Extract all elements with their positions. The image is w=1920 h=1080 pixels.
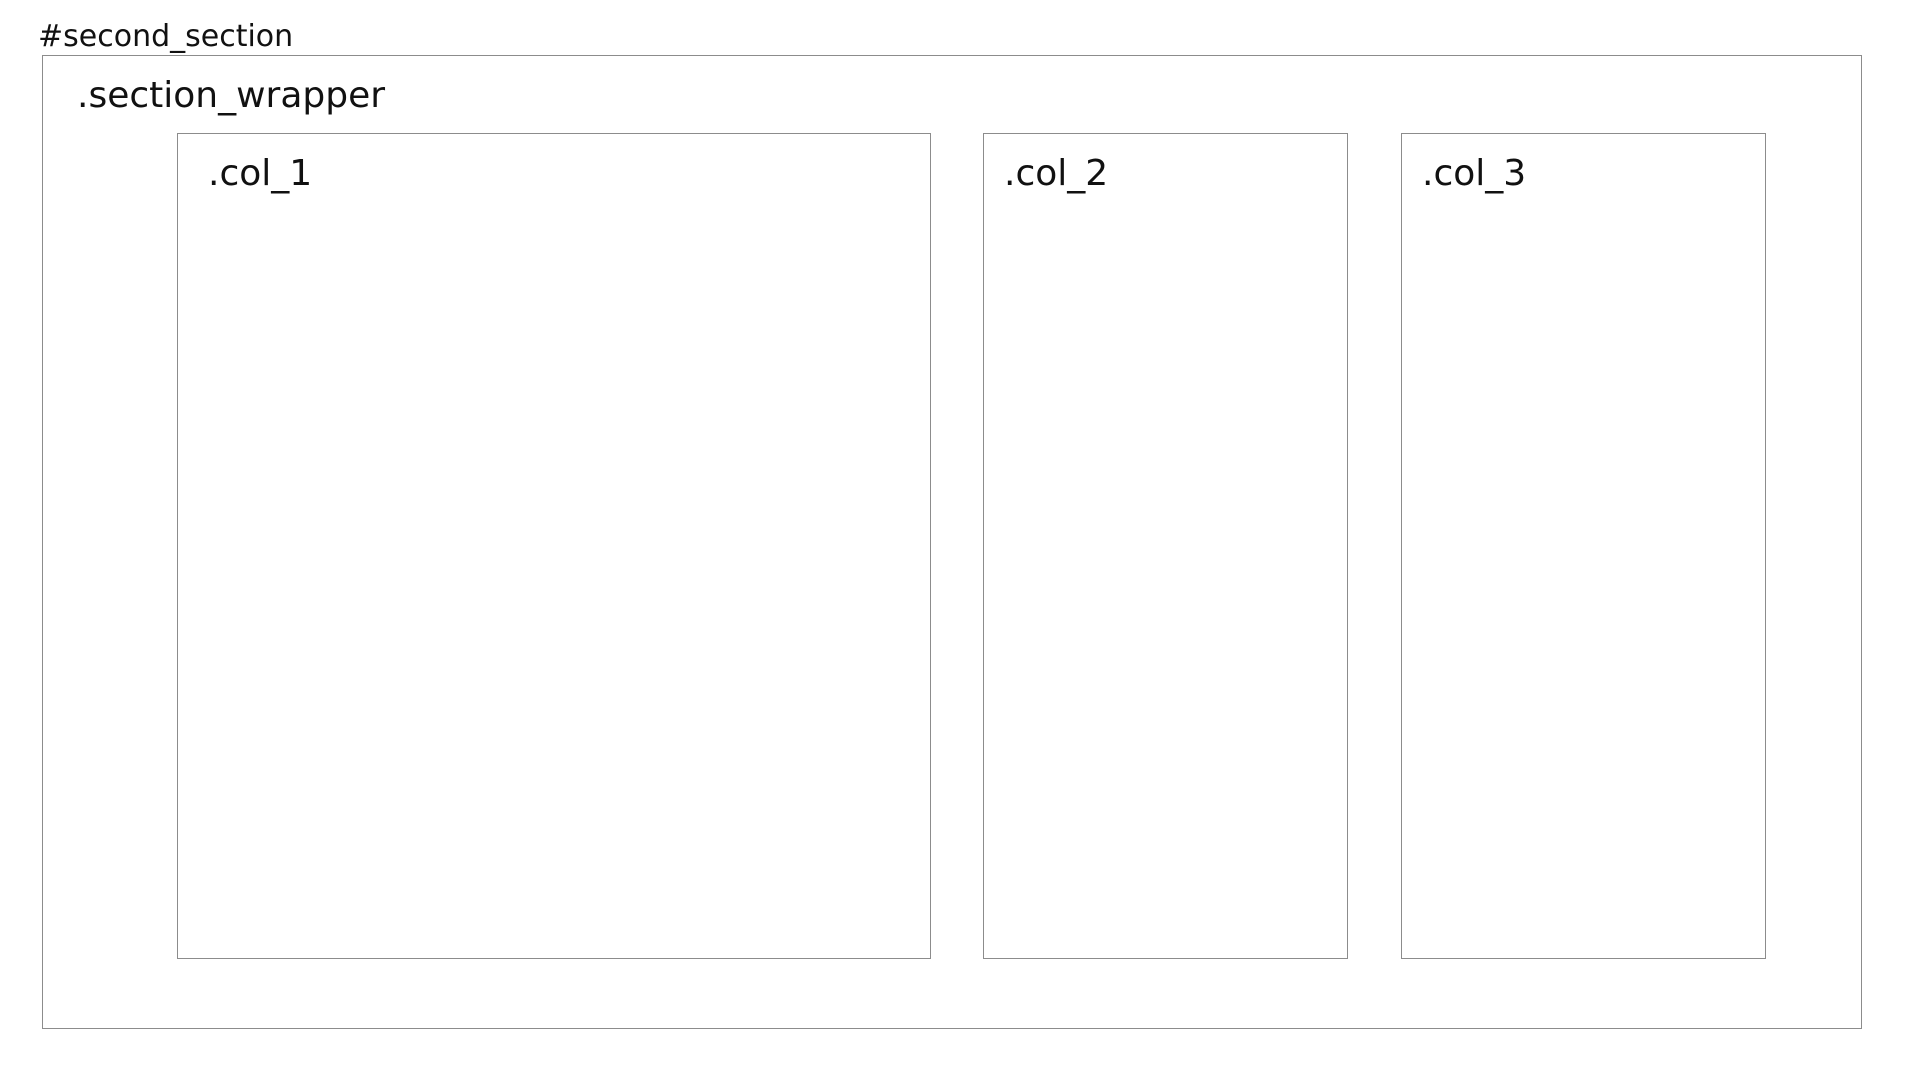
- second-section-label: #second_section: [38, 19, 294, 54]
- col-1-box: .col_1: [177, 133, 931, 959]
- col-2-box: .col_2: [983, 133, 1348, 959]
- col-2-label: .col_2: [1004, 153, 1109, 194]
- layout-diagram: #second_section .section_wrapper .col_1 …: [0, 0, 1920, 1080]
- col-1-label: .col_1: [208, 153, 313, 194]
- col-3-label: .col_3: [1422, 153, 1527, 194]
- section-wrapper-label: .section_wrapper: [77, 75, 386, 116]
- col-3-box: .col_3: [1401, 133, 1766, 959]
